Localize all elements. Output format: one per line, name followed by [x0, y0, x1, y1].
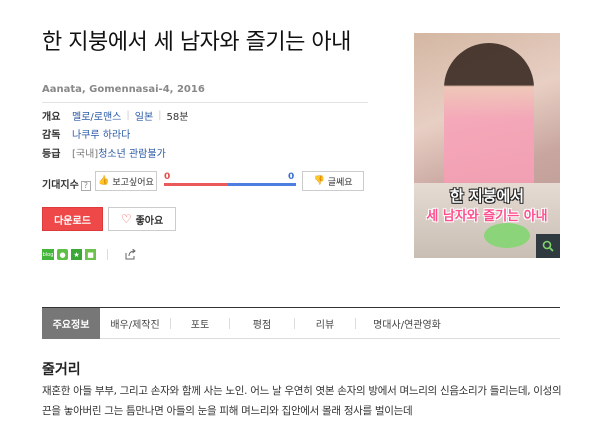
divider — [42, 102, 368, 103]
separator: | — [158, 109, 162, 121]
share-bar: blog ● ★ ■ — [42, 248, 136, 260]
separator: | — [126, 109, 130, 121]
expectation-label: 기대지수? — [42, 176, 91, 191]
original-title-year: Aanata, Gomennasai-4, 2016 — [42, 84, 205, 95]
rating-prefix: [국내] — [72, 148, 99, 160]
overview-label: 개요 — [42, 111, 61, 123]
want-to-see-label: 보고싶어요 — [112, 177, 154, 188]
divider — [107, 249, 108, 260]
movie-poster[interactable]: 한 지붕에서 세 남자와 즐기는 아내 — [414, 33, 560, 258]
band-share-icon[interactable]: ■ — [85, 249, 96, 260]
cafe-share-icon[interactable]: ● — [57, 249, 68, 260]
page-title: 한 지붕에서 세 남자와 즐기는 아내 — [42, 30, 351, 55]
not-sure-label: 글쎄요 — [327, 177, 353, 188]
poster-title-line2: 세 남자와 즐기는 아내 — [426, 209, 548, 224]
dislike-bar — [228, 183, 296, 186]
tab-quotes-related[interactable]: 명대사/연관영화 — [356, 308, 458, 339]
tab-rating[interactable]: 평점 — [230, 308, 294, 339]
download-button[interactable]: 다운로드 — [42, 207, 103, 231]
not-sure-button[interactable]: 👎 글쎄요 — [302, 171, 364, 191]
like-count: 0 — [164, 172, 171, 182]
director-row: 감독 나쿠루 하라다 — [42, 125, 130, 141]
blog-share-icon[interactable]: blog — [42, 249, 54, 260]
share-icon[interactable] — [125, 248, 136, 260]
genre-link[interactable]: 멜로/로맨스 — [72, 108, 121, 123]
zoom-button[interactable] — [536, 234, 560, 258]
like-bar — [164, 183, 228, 186]
tab-review[interactable]: 리뷰 — [295, 308, 355, 339]
bookmark-star-icon[interactable]: ★ — [71, 249, 82, 260]
rating-row: 등급 [국내] 청소년 관람불가 — [42, 144, 166, 160]
poster-title-line1: 한 지붕에서 — [449, 187, 525, 205]
thumbs-up-icon: 👍 — [98, 176, 110, 186]
tab-bar: 주요정보 배우/제작진 포토 평점 리뷰 명대사/연관영화 — [42, 307, 560, 339]
tab-main-info[interactable]: 주요정보 — [42, 308, 100, 339]
favorite-label: 좋아요 — [135, 215, 164, 227]
thumbs-down-icon: 👎 — [313, 176, 325, 186]
rating-link[interactable]: 청소년 관람불가 — [98, 145, 166, 160]
search-icon — [542, 240, 554, 252]
heart-icon: ♡ — [120, 212, 132, 226]
country-link[interactable]: 일본 — [135, 108, 153, 123]
director-link[interactable]: 나쿠루 하라다 — [72, 126, 130, 141]
synopsis-heading: 줄거리 — [42, 362, 81, 378]
want-to-see-button[interactable]: 👍 보고싶어요 — [95, 171, 157, 191]
runtime: 58분 — [166, 111, 189, 123]
director-label: 감독 — [42, 129, 61, 141]
tab-photo[interactable]: 포토 — [171, 308, 229, 339]
expectation-label-text: 기대지수 — [42, 180, 79, 191]
help-icon[interactable]: ? — [80, 181, 91, 191]
poster-sponge — [484, 223, 530, 248]
favorite-button[interactable]: ♡ 좋아요 — [108, 207, 176, 231]
overview-row: 개요 멜로/로맨스 | 일본 | 58분 — [42, 107, 188, 123]
dislike-count: 0 — [288, 172, 295, 182]
synopsis-text: 재혼한 아들 부부, 그리고 손자와 함께 사는 노인. 어느 날 우연히 엿본… — [42, 385, 562, 417]
rating-label: 등급 — [42, 148, 61, 160]
tab-cast-crew[interactable]: 배우/제작진 — [100, 308, 170, 339]
